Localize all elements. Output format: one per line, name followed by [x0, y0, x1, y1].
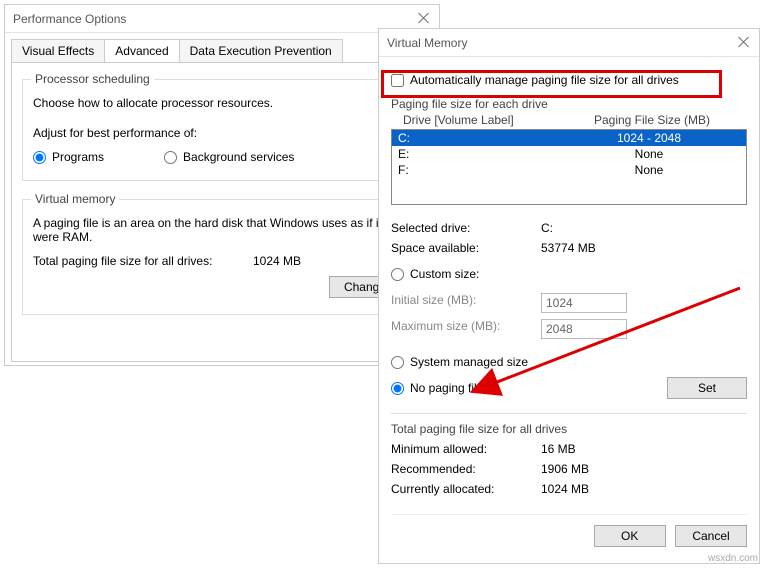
max-size-label: Maximum size (MB): [391, 319, 541, 339]
drive-size: None [558, 163, 740, 177]
col-size: Paging File Size (MB) [563, 113, 741, 127]
selected-drive-label: Selected drive: [391, 221, 541, 235]
radio-programs-label: Programs [52, 150, 104, 164]
ok-button[interactable]: OK [594, 525, 666, 547]
initial-size-label: Initial size (MB): [391, 293, 541, 313]
close-icon[interactable] [417, 12, 431, 26]
drive-list-header: Drive [Volume Label] Paging File Size (M… [391, 111, 747, 129]
cancel-button[interactable]: Cancel [675, 525, 747, 547]
drive-list[interactable]: C: 1024 - 2048 E: None F: None [391, 129, 747, 205]
rec-value: 1906 MB [541, 462, 589, 476]
initial-size-input[interactable] [541, 293, 627, 313]
radio-no-paging-label: No paging file [410, 381, 483, 395]
total-value: 1024 MB [253, 254, 301, 268]
tab-advanced[interactable]: Advanced [104, 39, 179, 62]
titlebar: Virtual Memory [379, 29, 759, 57]
drive-row[interactable]: C: 1024 - 2048 [392, 130, 746, 146]
set-button[interactable]: Set [667, 377, 747, 399]
rec-label: Recommended: [391, 462, 541, 476]
radio-no-paging[interactable]: No paging file [391, 381, 483, 395]
col-drive: Drive [Volume Label] [403, 113, 563, 127]
drive-letter: C: [398, 131, 558, 145]
performance-options-window: Performance Options Visual Effects Advan… [4, 4, 440, 366]
radio-background-input[interactable] [164, 151, 177, 164]
min-value: 16 MB [541, 442, 576, 456]
radio-system-input[interactable] [391, 356, 404, 369]
adjust-label: Adjust for best performance of: [33, 126, 411, 140]
proc-desc: Choose how to allocate processor resourc… [33, 96, 411, 110]
virtual-memory-group: Virtual memory A paging file is an area … [22, 199, 422, 315]
window-title: Virtual Memory [387, 36, 737, 50]
min-label: Minimum allowed: [391, 442, 541, 456]
tab-dep[interactable]: Data Execution Prevention [179, 39, 343, 62]
tabs: Visual Effects Advanced Data Execution P… [11, 39, 433, 62]
radio-system-label: System managed size [410, 355, 528, 369]
total-label: Total paging file size for all drives: [33, 254, 253, 268]
cur-label: Currently allocated: [391, 482, 541, 496]
radio-custom-label: Custom size: [410, 267, 479, 281]
radio-custom-size[interactable]: Custom size: [391, 267, 479, 281]
watermark: wsxdn.com [708, 553, 758, 564]
auto-manage-label: Automatically manage paging file size fo… [410, 73, 679, 87]
virtual-memory-window: Virtual Memory Automatically manage pagi… [378, 28, 760, 564]
titlebar: Performance Options [5, 5, 439, 33]
group-title: Processor scheduling [31, 72, 154, 86]
total-group-title: Total paging file size for all drives [391, 422, 747, 436]
tab-visual-effects[interactable]: Visual Effects [11, 39, 105, 62]
cur-value: 1024 MB [541, 482, 589, 496]
radio-no-paging-input[interactable] [391, 382, 404, 395]
space-label: Space available: [391, 241, 541, 255]
tab-panel: Processor scheduling Choose how to alloc… [11, 62, 433, 362]
total-group: Total paging file size for all drives Mi… [391, 413, 747, 496]
selected-drive-value: C: [541, 221, 553, 235]
max-size-input[interactable] [541, 319, 627, 339]
processor-scheduling-group: Processor scheduling Choose how to alloc… [22, 79, 422, 181]
group-title: Virtual memory [31, 192, 119, 206]
drive-group-title: Paging file size for each drive [391, 97, 747, 111]
drive-letter: F: [398, 163, 558, 177]
drive-row[interactable]: F: None [392, 162, 746, 178]
drive-row[interactable]: E: None [392, 146, 746, 162]
space-value: 53774 MB [541, 241, 596, 255]
close-icon[interactable] [737, 36, 751, 50]
drive-size: None [558, 147, 740, 161]
auto-manage-input[interactable] [391, 74, 404, 87]
vm-desc: A paging file is an area on the hard dis… [33, 216, 411, 244]
radio-custom-input[interactable] [391, 268, 404, 281]
radio-programs[interactable]: Programs [33, 150, 104, 164]
drive-size: 1024 - 2048 [558, 131, 740, 145]
auto-manage-checkbox[interactable]: Automatically manage paging file size fo… [391, 73, 747, 87]
drive-letter: E: [398, 147, 558, 161]
window-title: Performance Options [13, 12, 417, 26]
radio-programs-input[interactable] [33, 151, 46, 164]
radio-background-label: Background services [183, 150, 294, 164]
radio-background[interactable]: Background services [164, 150, 294, 164]
radio-system-managed[interactable]: System managed size [391, 355, 528, 369]
